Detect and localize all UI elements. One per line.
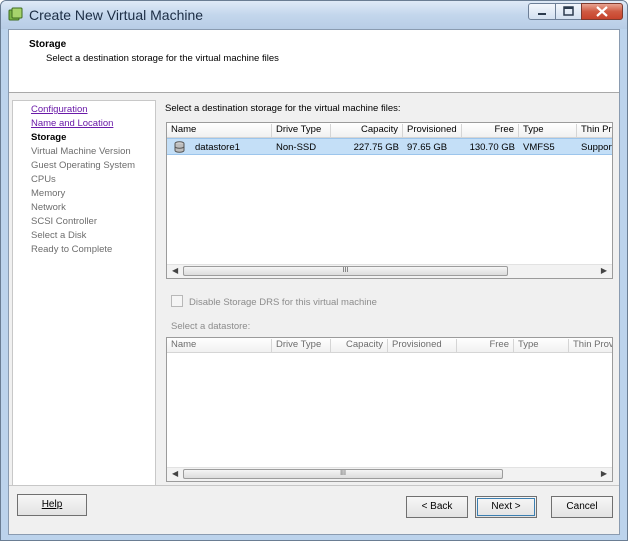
datastore-table-header: Name Drive Type Capacity Provisioned Fre… bbox=[167, 123, 612, 138]
wizard-client-area: Storage Select a destination storage for… bbox=[8, 29, 620, 535]
cancel-button[interactable]: Cancel bbox=[551, 496, 613, 518]
back-button-label: < Back bbox=[421, 501, 453, 512]
back-button[interactable]: < Back bbox=[406, 496, 468, 518]
disable-storage-drs-label: Disable Storage DRS for this virtual mac… bbox=[189, 297, 377, 308]
disable-storage-drs-checkbox[interactable] bbox=[171, 295, 183, 307]
column-drive-type[interactable]: Drive Type bbox=[272, 124, 331, 137]
cancel-button-label: Cancel bbox=[566, 501, 598, 512]
window-title: Create New Virtual Machine bbox=[29, 7, 204, 23]
scrollbar-thumb[interactable]: III bbox=[183, 266, 508, 276]
column-capacity[interactable]: Capacity bbox=[331, 124, 403, 137]
column-free[interactable]: Free bbox=[462, 124, 519, 137]
table-row[interactable]: datastore1 Non-SSD 227.75 GB 97.65 GB 13… bbox=[167, 138, 612, 155]
cell-capacity: 227.75 GB bbox=[353, 142, 399, 153]
help-button[interactable]: Help bbox=[17, 494, 87, 516]
disable-storage-drs-option: Disable Storage DRS for this virtual mac… bbox=[171, 295, 377, 308]
datastore-icon bbox=[174, 141, 185, 153]
column-capacity[interactable]: Capacity bbox=[331, 339, 388, 352]
page-subtitle: Select a destination storage for the vir… bbox=[46, 53, 279, 64]
scroll-left-icon[interactable]: ◀ bbox=[172, 469, 178, 478]
next-button[interactable]: Next > bbox=[475, 496, 537, 518]
column-type[interactable]: Type bbox=[514, 339, 569, 352]
step-cpus: CPUs bbox=[31, 174, 56, 185]
wizard-steps-sidebar: Configuration Name and Location Storage … bbox=[12, 100, 156, 486]
maximize-icon bbox=[563, 6, 574, 16]
column-free[interactable]: Free bbox=[457, 339, 514, 352]
cell-thin-provisioning: Support bbox=[581, 142, 613, 153]
step-storage: Storage bbox=[31, 132, 67, 143]
page-title: Storage bbox=[29, 39, 67, 50]
step-network: Network bbox=[31, 202, 66, 213]
column-name[interactable]: Name bbox=[167, 124, 272, 137]
scroll-left-icon[interactable]: ◀ bbox=[172, 266, 178, 275]
cell-type: VMFS5 bbox=[523, 142, 555, 153]
storage-prompt-label: Select a destination storage for the vir… bbox=[165, 103, 401, 114]
cell-free: 130.70 GB bbox=[469, 142, 515, 153]
cell-drive-type: Non-SSD bbox=[276, 142, 317, 153]
title-bar[interactable]: Create New Virtual Machine bbox=[1, 1, 627, 29]
maximize-button[interactable] bbox=[555, 3, 582, 20]
step-configuration[interactable]: Configuration bbox=[31, 104, 88, 115]
column-drive-type[interactable]: Drive Type bbox=[272, 339, 331, 352]
wizard-window: Create New Virtual Machine Storage Selec… bbox=[0, 0, 628, 541]
datastore-table-scrollbar[interactable]: ◀ III ▶ bbox=[167, 264, 612, 278]
minimize-icon bbox=[538, 13, 546, 15]
select-datastore-label: Select a datastore: bbox=[171, 321, 251, 332]
cell-provisioned: 97.65 GB bbox=[407, 142, 448, 153]
select-datastore-table-header: Name Drive Type Capacity Provisioned Fre… bbox=[167, 338, 612, 353]
step-ready-to-complete: Ready to Complete bbox=[31, 244, 113, 255]
column-provisioned[interactable]: Provisioned bbox=[388, 339, 457, 352]
column-name[interactable]: Name bbox=[167, 339, 272, 352]
close-button[interactable] bbox=[581, 3, 623, 20]
select-datastore-scrollbar[interactable]: ◀ III ▶ bbox=[167, 467, 612, 481]
help-button-label: Help bbox=[41, 499, 63, 510]
scroll-right-icon[interactable]: ▶ bbox=[601, 469, 607, 478]
step-scsi-controller: SCSI Controller bbox=[31, 216, 97, 227]
footer-divider bbox=[9, 485, 619, 486]
step-name-and-location[interactable]: Name and Location bbox=[31, 118, 113, 129]
wizard-header: Storage Select a destination storage for… bbox=[9, 30, 619, 93]
close-icon bbox=[596, 6, 608, 17]
column-type[interactable]: Type bbox=[519, 124, 577, 137]
cell-name: datastore1 bbox=[195, 142, 240, 153]
select-datastore-table[interactable]: Name Drive Type Capacity Provisioned Fre… bbox=[166, 337, 613, 482]
step-virtual-machine-version: Virtual Machine Version bbox=[31, 146, 131, 157]
scroll-right-icon[interactable]: ▶ bbox=[601, 266, 607, 275]
step-memory: Memory bbox=[31, 188, 66, 199]
step-guest-operating-system: Guest Operating System bbox=[31, 160, 136, 171]
step-select-a-disk: Select a Disk bbox=[31, 230, 87, 241]
next-button-label: Next > bbox=[491, 501, 521, 512]
scrollbar-thumb[interactable]: III bbox=[183, 469, 503, 479]
column-thin-provisioning[interactable]: Thin Prov bbox=[569, 339, 612, 352]
column-thin-provisioning[interactable]: Thin Pro bbox=[577, 124, 612, 137]
column-provisioned[interactable]: Provisioned bbox=[403, 124, 462, 137]
minimize-button[interactable] bbox=[528, 3, 556, 20]
datastore-table[interactable]: Name Drive Type Capacity Provisioned Fre… bbox=[166, 122, 613, 279]
app-icon bbox=[8, 7, 23, 21]
